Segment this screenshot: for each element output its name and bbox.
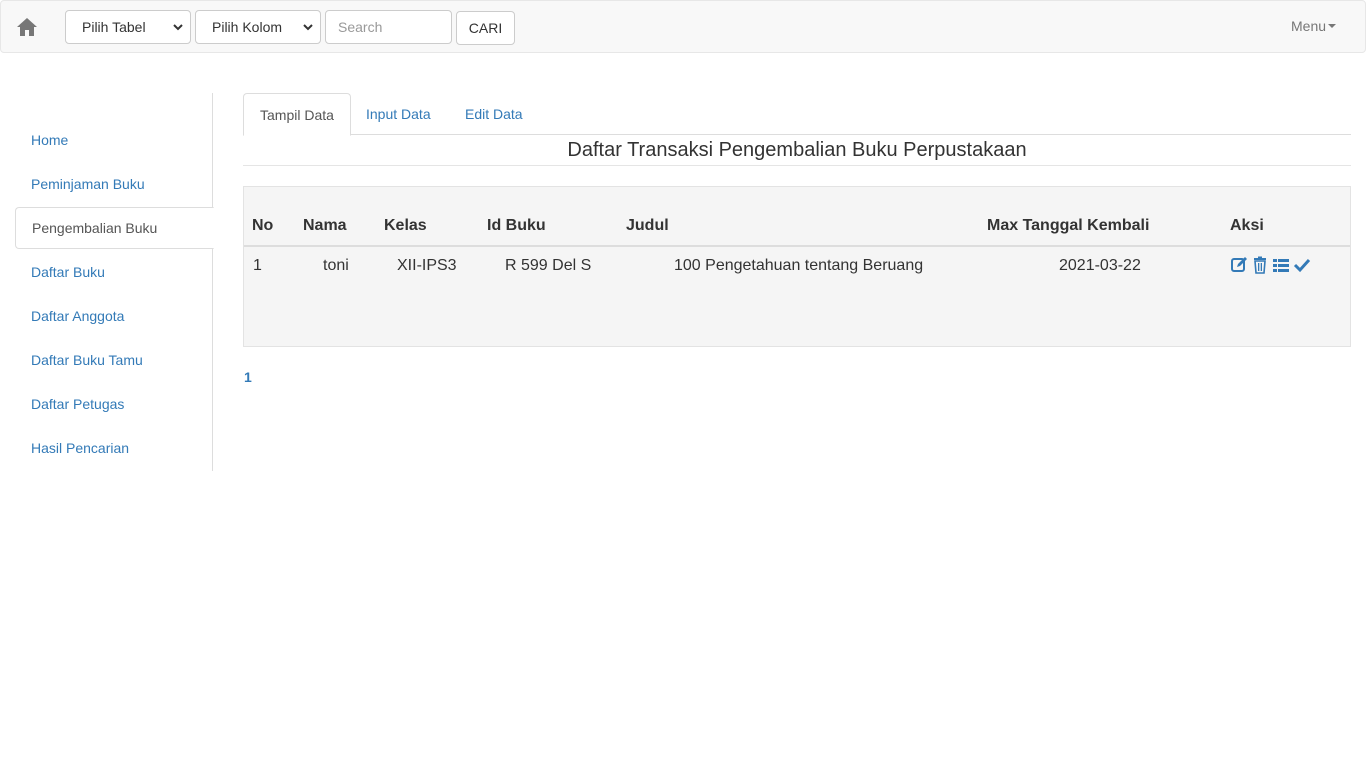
sidebar-item-label: Home	[31, 132, 69, 148]
tab-tampil-data[interactable]: Tampil Data	[243, 93, 351, 136]
sidebar-item-label: Pengembalian Buku	[32, 220, 158, 236]
tab-label: Edit Data	[465, 106, 523, 122]
sidebar-item-label: Daftar Anggota	[31, 308, 125, 324]
caret-down-icon	[1328, 24, 1337, 28]
data-table: No Nama Kelas Id Buku Judul Max Tanggal …	[243, 186, 1351, 347]
pagination-page-1[interactable]: 1	[244, 369, 252, 385]
sidebar-item-peminjaman-buku[interactable]: Peminjaman Buku	[15, 163, 213, 205]
search-input[interactable]	[325, 10, 452, 44]
select-column-value: Pilih Kolom	[212, 19, 283, 35]
cell-max-tanggal-kembali: 2021-03-22	[1059, 257, 1141, 274]
tab-edit-data[interactable]: Edit Data	[449, 93, 539, 135]
edit-icon[interactable]	[1230, 256, 1248, 274]
trash-icon[interactable]	[1251, 256, 1269, 274]
sidebar-item-daftar-petugas[interactable]: Daftar Petugas	[15, 383, 213, 425]
row-actions	[1230, 256, 1311, 274]
cell-no: 1	[253, 257, 262, 274]
sidebar: Home Peminjaman Buku Pengembalian Buku D…	[15, 93, 214, 471]
cell-nama: toni	[323, 257, 349, 274]
cell-id-buku: R 599 Del S	[505, 257, 592, 274]
tab-label: Tampil Data	[260, 106, 334, 123]
cell-kelas: XII-IPS3	[397, 257, 457, 274]
column-header-max-tanggal-kembali: Max Tanggal Kembali	[987, 217, 1150, 234]
menu-label: Menu	[1291, 18, 1327, 34]
column-header-nama: Nama	[303, 217, 347, 234]
menu-dropdown[interactable]: Menu	[1291, 18, 1337, 34]
top-navbar: Pilih Tabel Pilih Kolom CARI Menu	[0, 0, 1366, 53]
home-icon[interactable]	[15, 15, 39, 39]
tab-input-data[interactable]: Input Data	[350, 93, 447, 135]
sidebar-item-pengembalian-buku[interactable]: Pengembalian Buku	[15, 207, 214, 249]
chevron-down-icon	[303, 24, 313, 31]
cell-judul: 100 Pengetahuan tentang Beruang	[674, 257, 924, 274]
column-header-kelas: Kelas	[384, 217, 427, 234]
sidebar-item-daftar-buku[interactable]: Daftar Buku	[15, 251, 213, 293]
column-header-aksi: Aksi	[1230, 217, 1264, 234]
page-title: Daftar Transaksi Pengembalian Buku Perpu…	[243, 137, 1351, 166]
chevron-down-icon	[173, 24, 183, 31]
sidebar-item-label: Daftar Buku Tamu	[31, 352, 143, 368]
sidebar-item-daftar-buku-tamu[interactable]: Daftar Buku Tamu	[15, 339, 213, 381]
check-icon[interactable]	[1293, 256, 1311, 274]
column-header-judul: Judul	[626, 217, 669, 234]
select-column-dropdown[interactable]: Pilih Kolom	[195, 10, 321, 44]
sidebar-item-home[interactable]: Home	[15, 119, 213, 161]
sidebar-item-label: Hasil Pencarian	[31, 440, 130, 456]
tab-bar: Tampil Data Input Data Edit Data	[243, 93, 1351, 136]
sidebar-item-label: Daftar Buku	[31, 264, 105, 280]
list-icon[interactable]	[1272, 256, 1290, 274]
tab-label: Input Data	[366, 106, 431, 122]
select-table-dropdown[interactable]: Pilih Tabel	[65, 10, 191, 44]
column-header-no: No	[252, 217, 274, 234]
sidebar-item-label: Peminjaman Buku	[31, 176, 145, 192]
sidebar-item-daftar-anggota[interactable]: Daftar Anggota	[15, 295, 213, 337]
sidebar-item-hasil-pencarian[interactable]: Hasil Pencarian	[15, 427, 213, 469]
sidebar-item-label: Daftar Petugas	[31, 396, 125, 412]
select-table-value: Pilih Tabel	[82, 19, 146, 35]
table-header-divider	[244, 245, 1350, 247]
search-button[interactable]: CARI	[456, 11, 515, 45]
column-header-id-buku: Id Buku	[487, 217, 546, 234]
